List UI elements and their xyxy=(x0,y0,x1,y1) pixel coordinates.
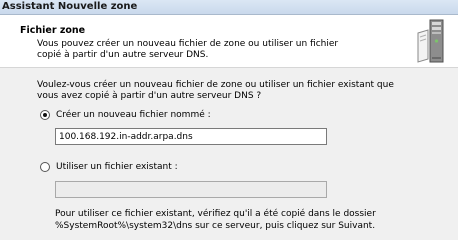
radio-new-file-button[interactable] xyxy=(40,110,50,120)
page-title: Fichier zone xyxy=(20,25,86,36)
wizard-header: Fichier zone Vous pouvez créer un nouvea… xyxy=(0,15,458,68)
window-title: Assistant Nouvelle zone xyxy=(2,1,138,12)
page-description: Vous pouvez créer un nouveau fichier de … xyxy=(37,39,339,60)
intro-text: Voulez-vous créer un nouveau fichier de … xyxy=(37,80,394,101)
title-bar[interactable]: Assistant Nouvelle zone xyxy=(0,0,458,15)
existing-file-note: Pour utiliser ce fichier existant, vérif… xyxy=(55,209,376,231)
server-icon xyxy=(417,19,444,63)
radio-existing-file[interactable]: Utiliser un fichier existant : xyxy=(40,161,178,173)
radio-existing-file-button[interactable] xyxy=(40,162,50,172)
radio-new-file-label[interactable]: Créer un nouveau fichier nommé : xyxy=(56,110,211,120)
radio-existing-file-label[interactable]: Utiliser un fichier existant : xyxy=(56,162,178,172)
new-file-name-input[interactable] xyxy=(55,128,327,145)
wizard-window: Assistant Nouvelle zone Fichier zone Vou… xyxy=(0,0,458,240)
radio-new-file[interactable]: Créer un nouveau fichier nommé : xyxy=(40,109,211,121)
existing-file-input[interactable] xyxy=(55,181,327,198)
